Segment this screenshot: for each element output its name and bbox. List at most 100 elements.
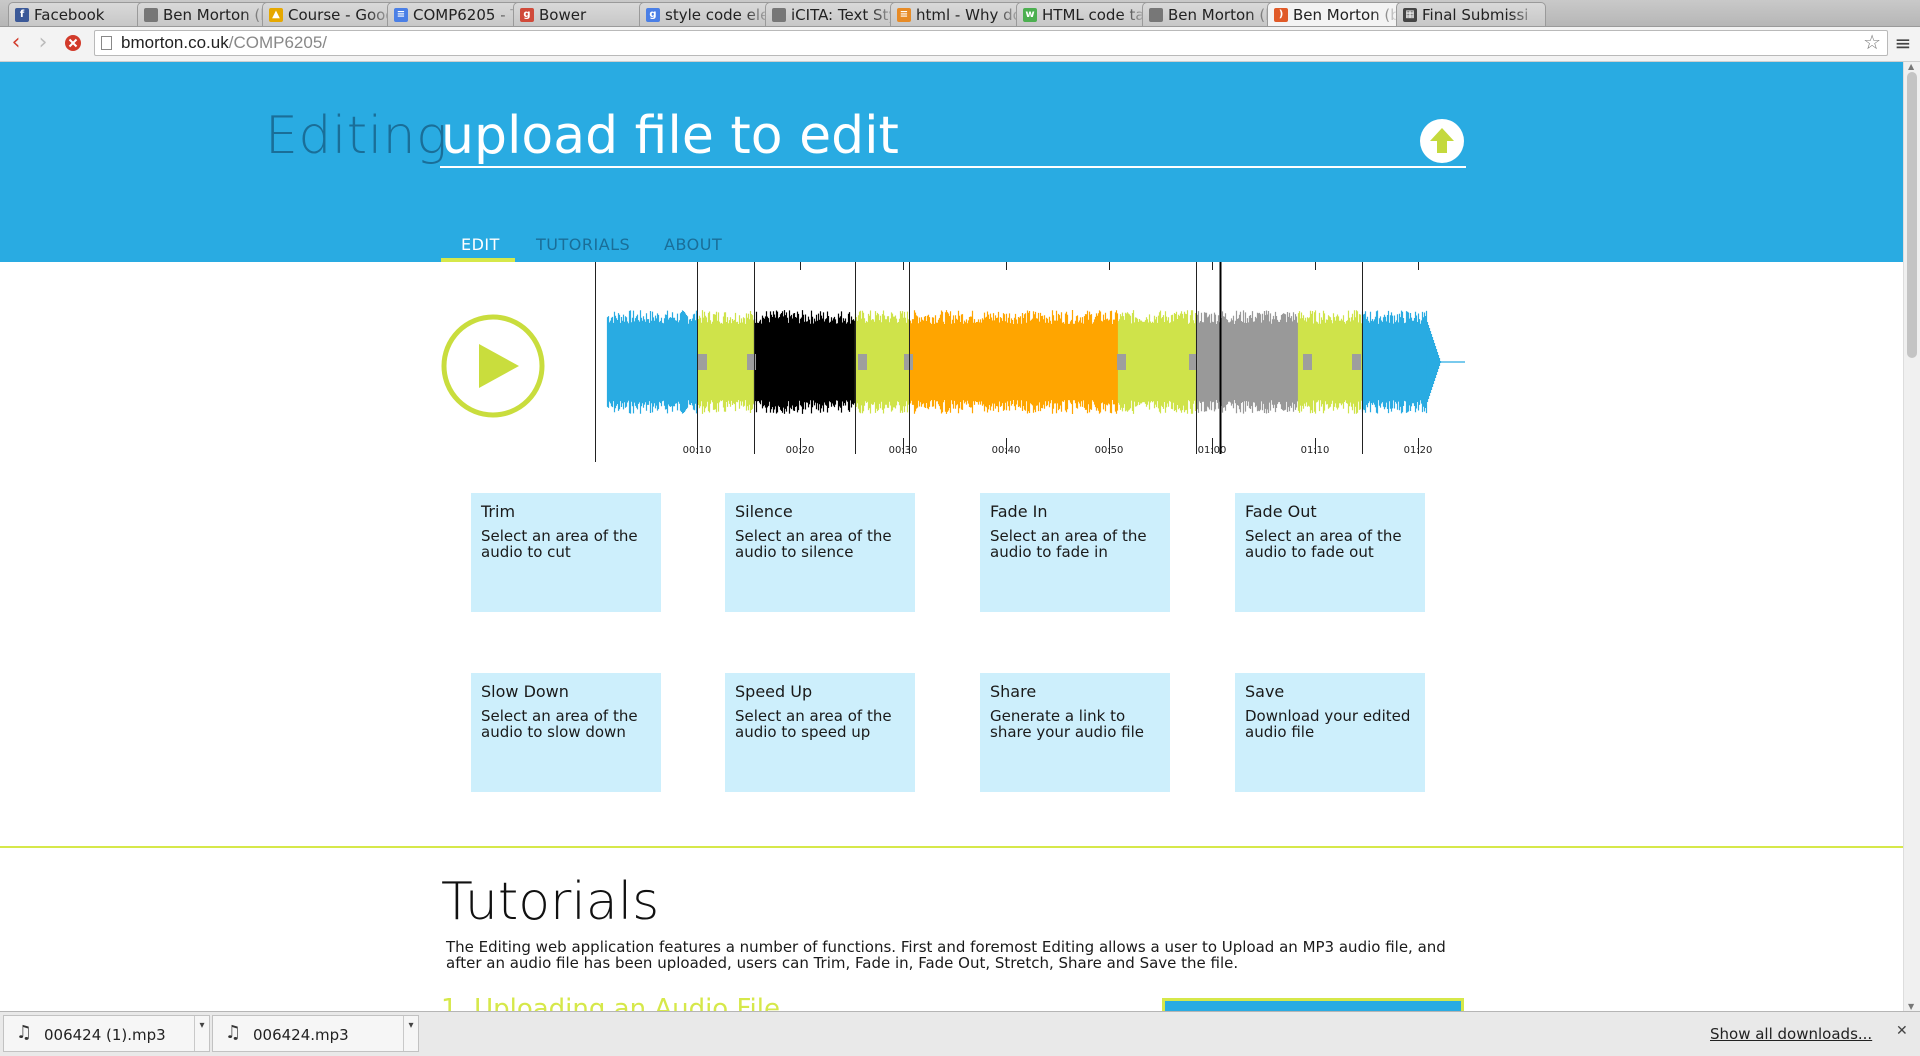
tab-title: Facebook [34,5,105,24]
tool-card-title: Silence [735,502,793,521]
time-label: 00:20 [786,445,815,456]
tab-edit[interactable]: EDIT [461,235,500,254]
tool-card-title: Slow Down [481,682,569,701]
tool-card-speed-up[interactable]: Speed Up Select an area of the audio to s… [725,673,915,792]
browser-tab[interactable]: ▦ Final Submissi [1396,2,1546,26]
selection-handle [1117,354,1126,370]
time-label: 01:00 [1198,445,1227,456]
tool-card-description: Download your edited audio file [1245,707,1411,741]
tool-card-title: Share [990,682,1037,701]
download-filename: 006424 (1).mp3 [44,1026,166,1044]
page-icon [101,36,112,50]
tab-title: iCITA: Text Styli [791,5,897,24]
loading-icon: ) [1274,7,1288,22]
upload-arrow-icon [1430,128,1454,153]
tutorial-step-heading: 1. Uploading an Audio File [441,994,780,1011]
google-icon: g [520,7,534,22]
tab-about[interactable]: ABOUT [664,235,722,254]
time-label: 00:10 [683,445,712,456]
menu-icon[interactable]: ≡ [1892,31,1914,55]
download-filename: 006424.mp3 [253,1026,349,1044]
waveform-segment [1195,310,1299,414]
download-item[interactable]: ♫ 006424.mp3 ▾ [212,1015,419,1052]
close-shelf-icon[interactable]: ✕ [1896,1023,1908,1039]
tutorial-screenshot [1162,998,1464,1011]
tab-title: HTML code tag [1042,5,1148,24]
tab-title: Ben Morton (b [1293,5,1399,24]
scroll-up-icon[interactable]: ▲ [1908,62,1914,71]
time-label: 01:10 [1301,445,1330,456]
tab-title: Course - Googl [288,5,394,24]
time-label: 00:50 [1095,445,1124,456]
tab-strip: fFacebook×Ben Morton (b×▲Course - Googl×… [0,0,1920,27]
tool-card-description: Generate a link to share your audio file [990,707,1145,741]
tab-title: Final Submissi [1422,5,1529,24]
back-button[interactable]: ‹ [5,31,27,55]
waveform-segment [606,310,699,414]
tutorials-intro: The Editing web application features a n… [446,938,1446,972]
tab-title: html - Why doe [916,5,1022,24]
header-banner: Editing upload file to edit EDIT TUTORIA… [0,62,1903,262]
section-divider [0,846,1903,848]
selection-handle [698,354,707,370]
download-menu-icon[interactable]: ▾ [194,1016,209,1051]
address-bar[interactable]: bmorton.co.uk/COMP6205/ ☆ [94,30,1888,56]
page-scrollbar[interactable]: ▲ ▼ [1903,62,1920,1011]
scrollbar-thumb[interactable] [1907,72,1917,358]
tab-title: style code elem [665,5,771,24]
bookmark-star-icon[interactable]: ☆ [1863,31,1881,55]
tab-tutorials[interactable]: TUTORIALS [536,235,630,254]
download-item[interactable]: ♫ 006424 (1).mp3 ▾ [3,1015,210,1052]
stop-button[interactable] [62,31,84,55]
document-icon [1149,7,1163,22]
app-title: Editing [265,106,448,166]
tab-title: Ben Morton (b [163,5,269,24]
selection-handle [1352,354,1361,370]
facebook-icon: f [15,7,29,22]
stop-icon [65,35,81,51]
tool-card-fade-out[interactable]: Fade Out Select an area of the audio to f… [1235,493,1425,612]
browser-toolbar: ‹ › bmorton.co.uk/COMP6205/ ☆ ≡ [0,27,1920,62]
tool-card-share[interactable]: Share Generate a link to share your audio… [980,673,1170,792]
tool-card-description: Select an area of the audio to fade out [1245,527,1402,561]
selection-handle [858,354,867,370]
forward-button[interactable]: › [32,31,54,55]
tool-card-description: Select an area of the audio to cut [481,527,638,561]
drive-icon: ▲ [269,7,283,22]
audio-file-icon: ♫ [16,1022,33,1043]
download-shelf: ♫ 006424 (1).mp3 ▾ ♫ 006424.mp3 ▾ Show a… [0,1011,1920,1056]
page-viewport: Editing upload file to edit EDIT TUTORIA… [0,62,1903,1011]
tool-card-title: Save [1245,682,1285,701]
scroll-down-icon[interactable]: ▼ [1908,1002,1914,1011]
time-label: 00:40 [992,445,1021,456]
tool-card-trim[interactable]: Trim Select an area of the audio to cut [471,493,661,612]
upload-button[interactable] [1420,119,1464,163]
film-icon: ▦ [1403,7,1417,22]
docs-icon: ≡ [394,7,408,22]
tool-card-silence[interactable]: Silence Select an area of the audio to si… [725,493,915,612]
tutorials-heading: Tutorials [441,872,660,932]
tab-title: COMP6205 - Te [413,5,519,24]
tool-card-description: Select an area of the audio to silence [735,527,892,561]
tab-title: Bower [539,5,587,24]
google-search-icon: g [646,7,660,22]
document-icon [144,7,158,22]
tab-title: Ben Morton (b [1168,5,1274,24]
show-all-downloads-link[interactable]: Show all downloads... [1710,1025,1872,1043]
tool-card-fade-in[interactable]: Fade In Select an area of the audio to fa… [980,493,1170,612]
time-label: 00:30 [889,445,918,456]
active-tab-indicator [441,258,515,262]
document-icon [772,7,786,22]
tool-card-description: Select an area of the audio to fade in [990,527,1147,561]
play-icon [441,314,545,418]
upload-input[interactable]: upload file to edit [441,106,899,166]
tool-card-save[interactable]: Save Download your edited audio file [1235,673,1425,792]
selection-handle [904,354,913,370]
download-menu-icon[interactable]: ▾ [403,1016,418,1051]
waveform-segment [1117,310,1197,414]
audio-waveform[interactable]: 00:10 00:20 00:30 00:40 00:50 01:00 01:10 01:20 [595,262,1465,462]
tool-card-title: Speed Up [735,682,813,701]
play-button[interactable] [441,314,545,422]
stackoverflow-icon: ≡ [897,7,911,22]
tool-card-slow-down[interactable]: Slow Down Select an area of the audio to … [471,673,661,792]
